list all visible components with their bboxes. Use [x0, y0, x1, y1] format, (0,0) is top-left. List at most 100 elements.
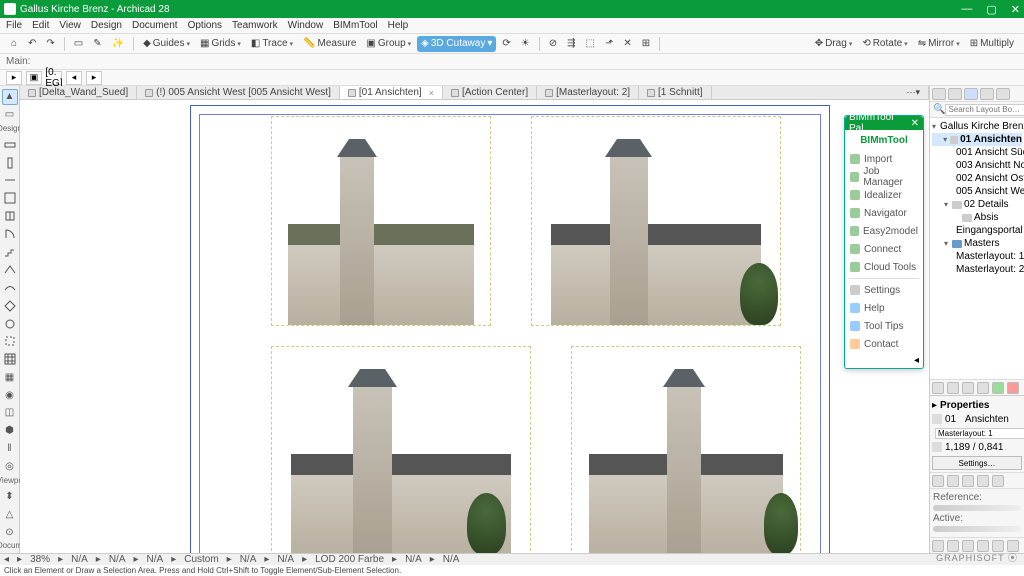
- stair-tool[interactable]: [2, 244, 18, 260]
- tree-item[interactable]: Masterlayout: 2: [932, 263, 1022, 276]
- drag-button[interactable]: ✥Drag▾: [811, 36, 857, 52]
- drawing-view-2[interactable]: [531, 116, 781, 326]
- keynote-tool[interactable]: ◎: [2, 459, 18, 475]
- menu-file[interactable]: File: [6, 20, 22, 31]
- bimm-contact[interactable]: Contact: [845, 335, 923, 353]
- nav-tab-view[interactable]: [948, 88, 962, 100]
- elevation-tool[interactable]: △: [2, 506, 18, 522]
- arrow-icon[interactable]: ▸: [6, 71, 22, 85]
- tree-item[interactable]: Absis: [932, 211, 1022, 224]
- bimm-settings[interactable]: Settings: [845, 281, 923, 299]
- eyedrop-icon[interactable]: ✎: [89, 36, 105, 52]
- search-input[interactable]: [945, 104, 1024, 116]
- measure-button[interactable]: 📏Measure: [299, 36, 360, 52]
- sun-icon[interactable]: ☀: [517, 36, 534, 52]
- mep-tool[interactable]: ⬢: [2, 423, 18, 439]
- close-tab-icon[interactable]: ×: [429, 88, 434, 98]
- curtain-tool[interactable]: ▦: [2, 369, 18, 385]
- undo-icon[interactable]: ↶: [24, 36, 40, 52]
- mode1-icon[interactable]: [932, 475, 944, 487]
- menu-teamwork[interactable]: Teamwork: [232, 20, 278, 31]
- menu-help[interactable]: Help: [388, 20, 409, 31]
- active-slider[interactable]: [933, 526, 1021, 532]
- nav-left-icon[interactable]: ◂: [66, 71, 82, 85]
- drawing-view-1[interactable]: [271, 116, 491, 326]
- mode4-icon[interactable]: [977, 475, 989, 487]
- reference-slider[interactable]: [933, 505, 1021, 511]
- delete-icon[interactable]: [1007, 382, 1019, 394]
- bimm-collapse-icon[interactable]: ◂: [914, 355, 919, 366]
- door-tool[interactable]: [2, 226, 18, 242]
- wall-tool[interactable]: [2, 137, 18, 153]
- zone-tool[interactable]: [2, 333, 18, 349]
- beam-tool[interactable]: [2, 172, 18, 188]
- slab-tool[interactable]: [2, 190, 18, 206]
- guides-button[interactable]: ◆Guides▾: [139, 36, 194, 52]
- bimm-help[interactable]: Help: [845, 299, 923, 317]
- lamp-tool[interactable]: ◉: [2, 387, 18, 403]
- tab-delta-wand[interactable]: [Delta_Wand_Sued]: [20, 86, 137, 99]
- floor-tab[interactable]: [0. EG]: [46, 71, 62, 85]
- tree-root[interactable]: ▾Gallus Kirche Brenz: [932, 120, 1022, 133]
- rotate-button[interactable]: ⟲Rotate▾: [858, 36, 911, 52]
- home-icon[interactable]: ⌂: [6, 36, 22, 52]
- multiply-button[interactable]: ⊞Multiply: [966, 36, 1018, 52]
- tab-action-center[interactable]: [Action Center]: [443, 86, 537, 99]
- window-tool[interactable]: [2, 208, 18, 224]
- status-nav-left-icon[interactable]: ◂: [4, 554, 9, 565]
- status-nav-right-icon[interactable]: ▸: [17, 554, 22, 565]
- wand-icon[interactable]: ✨: [108, 36, 128, 52]
- tab-1-schnitt[interactable]: [1 Schnitt]: [639, 86, 711, 99]
- distribute-icon[interactable]: ⬚: [582, 36, 599, 52]
- bimm-navigator[interactable]: Navigator: [845, 204, 923, 222]
- nav-tab-more[interactable]: [996, 88, 1010, 100]
- custom-label[interactable]: Custom: [184, 554, 218, 565]
- tree-item[interactable]: 003 Ansichtt Nord (1): [932, 159, 1022, 172]
- tab-overflow-icon[interactable]: ⋯▾: [898, 86, 929, 99]
- redo-icon[interactable]: ↷: [42, 36, 58, 52]
- mode2-icon[interactable]: [947, 475, 959, 487]
- orbit-icon[interactable]: ⟳: [498, 36, 514, 52]
- menu-document[interactable]: Document: [132, 20, 178, 31]
- arrow-tool[interactable]: ▲: [2, 89, 18, 105]
- zoom-value[interactable]: 38%: [30, 554, 50, 565]
- opening-tool[interactable]: ◫: [2, 405, 18, 421]
- drawing-view-4[interactable]: [571, 346, 801, 553]
- tab-masterlayout2[interactable]: [Masterlayout: 2]: [537, 86, 639, 99]
- bimm-close-icon[interactable]: ✕: [911, 118, 919, 129]
- bimm-idealizer[interactable]: Idealizer: [845, 186, 923, 204]
- tree-item[interactable]: 005 Ansicht West: [932, 185, 1022, 198]
- nav-right-icon[interactable]: ▸: [86, 71, 102, 85]
- suspend-icon[interactable]: ⊘: [545, 36, 561, 52]
- railing-tool[interactable]: ‖: [2, 441, 18, 457]
- grids-button[interactable]: ▦Grids▾: [196, 36, 245, 52]
- layout-canvas[interactable]: [20, 100, 929, 553]
- shell-tool[interactable]: [2, 280, 18, 296]
- menu-view[interactable]: View: [59, 20, 81, 31]
- marquee-icon[interactable]: ▭: [70, 36, 87, 52]
- detail-tool[interactable]: ⊙: [2, 524, 18, 540]
- morph-tool[interactable]: [2, 298, 18, 314]
- nav-tab-project[interactable]: [932, 88, 946, 100]
- column-tool[interactable]: [2, 155, 18, 171]
- menu-options[interactable]: Options: [188, 20, 222, 31]
- bimm-job-manager[interactable]: Job Manager: [845, 168, 923, 186]
- 3d-cutaway-button[interactable]: ◈ 3D Cutaway ▾: [417, 36, 496, 52]
- tree-item[interactable]: Masterlayout: 1: [932, 250, 1022, 263]
- tree-item[interactable]: 001 Ansicht Süd: [932, 146, 1022, 159]
- lod-label[interactable]: LOD 200 Farbe: [315, 554, 384, 565]
- mirror-button[interactable]: ⇋Mirror▾: [914, 36, 964, 52]
- drawing-view-3[interactable]: [271, 346, 531, 553]
- tree-item[interactable]: ▾01 Ansichten: [932, 133, 1022, 146]
- group-button[interactable]: ▣Group▾: [362, 36, 415, 52]
- tab-01-ansichten[interactable]: [01 Ansichten]×: [340, 86, 443, 99]
- bimmtool-palette[interactable]: BIMmTool Pal…✕ BIMmTool Import Job Manag…: [844, 115, 924, 369]
- settings-button[interactable]: Settings…: [932, 456, 1022, 470]
- menu-design[interactable]: Design: [91, 20, 122, 31]
- tree-item[interactable]: ▾Masters: [932, 237, 1022, 250]
- plus-icon[interactable]: [992, 382, 1004, 394]
- roof-tool[interactable]: [2, 262, 18, 278]
- menu-window[interactable]: Window: [288, 20, 324, 31]
- bimm-connect[interactable]: Connect: [845, 240, 923, 258]
- mode3-icon[interactable]: [962, 475, 974, 487]
